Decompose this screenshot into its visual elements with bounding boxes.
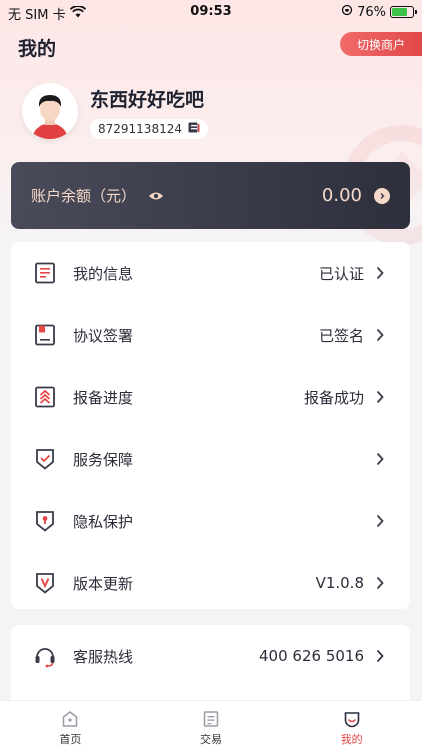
tab-bar: 首页 交易 我的 — [0, 700, 422, 750]
status-right-group: 76% — [341, 4, 417, 20]
balance-amount: 0.00 — [321, 185, 362, 206]
orientation-lock-icon — [341, 4, 353, 20]
battery-icon — [390, 6, 417, 18]
version-icon — [33, 571, 57, 595]
menu-item-agreement[interactable]: 协议签署 已签名 — [11, 304, 410, 366]
menu-label: 报备进度 — [73, 388, 134, 407]
menu-value: 已认证 — [318, 264, 364, 283]
chevron-right-icon — [376, 514, 386, 528]
balance-label: 账户余额（元） — [31, 187, 137, 205]
merchant-id-pill: 87291138124 — [90, 119, 208, 139]
menu-value: 报备成功 — [303, 388, 364, 407]
hotline-number: 400 626 5016 — [259, 647, 364, 665]
document-icon — [33, 261, 57, 285]
menu-item-version-update[interactable]: 版本更新 V1.0.8 — [11, 552, 410, 614]
menu-item-my-info[interactable]: 我的信息 已认证 — [11, 242, 410, 304]
chevron-right-icon[interactable] — [374, 187, 390, 204]
copy-icon[interactable] — [188, 122, 200, 136]
eye-icon[interactable] — [148, 191, 164, 201]
progress-icon — [33, 385, 57, 409]
menu-label: 隐私保护 — [73, 512, 134, 531]
menu-item-service-guarantee[interactable]: 服务保障 — [11, 428, 410, 490]
chevron-right-icon — [376, 328, 386, 342]
menu-value: 已签名 — [318, 326, 364, 345]
page-title: 我的 — [18, 38, 57, 60]
shield-check-icon — [33, 447, 57, 471]
mine-icon — [342, 709, 362, 729]
tab-label: 我的 — [340, 733, 363, 746]
battery-percent: 76% — [357, 4, 386, 20]
hotline-card: 客服热线 400 626 5016 — [11, 625, 410, 705]
tab-home[interactable]: 首页 — [0, 701, 141, 750]
chevron-right-icon — [376, 266, 386, 280]
avatar[interactable] — [22, 83, 78, 139]
menu-label: 客服热线 — [73, 647, 134, 666]
tab-label: 交易 — [200, 733, 222, 746]
home-icon — [60, 709, 80, 729]
balance-card[interactable]: 账户余额（元） 0.00 — [11, 162, 410, 229]
privacy-lock-icon — [33, 509, 57, 533]
menu-label: 协议签署 — [73, 326, 134, 345]
menu-label: 服务保障 — [73, 450, 134, 469]
tab-transaction[interactable]: 交易 — [141, 701, 282, 750]
chevron-right-icon — [376, 452, 386, 466]
agreement-icon — [33, 323, 57, 347]
switch-merchant-button[interactable]: 切换商户 — [340, 32, 422, 56]
menu-label: 我的信息 — [73, 264, 134, 283]
tab-mine[interactable]: 我的 — [281, 701, 422, 750]
merchant-id: 87291138124 — [98, 122, 182, 136]
menu-label: 版本更新 — [73, 574, 134, 593]
menu-item-privacy[interactable]: 隐私保护 — [11, 490, 410, 552]
menu-item-report-progress[interactable]: 报备进度 报备成功 — [11, 366, 410, 428]
chevron-right-icon — [376, 576, 386, 590]
chevron-right-icon — [376, 390, 386, 404]
menu-card: 我的信息 已认证 协议签署 已签名 报备进度 报备成功 服务保障 隐私保护 版本… — [11, 242, 410, 609]
tab-label: 首页 — [59, 733, 82, 746]
transaction-icon — [201, 709, 221, 729]
chevron-right-icon — [376, 649, 386, 663]
username: 东西好好吃吧 — [90, 89, 205, 111]
menu-value: V1.0.8 — [315, 574, 364, 592]
headset-icon — [33, 644, 57, 668]
status-bar: 无 SIM 卡 09:53 76% — [0, 0, 422, 24]
menu-item-customer-hotline[interactable]: 客服热线 400 626 5016 — [11, 625, 410, 687]
